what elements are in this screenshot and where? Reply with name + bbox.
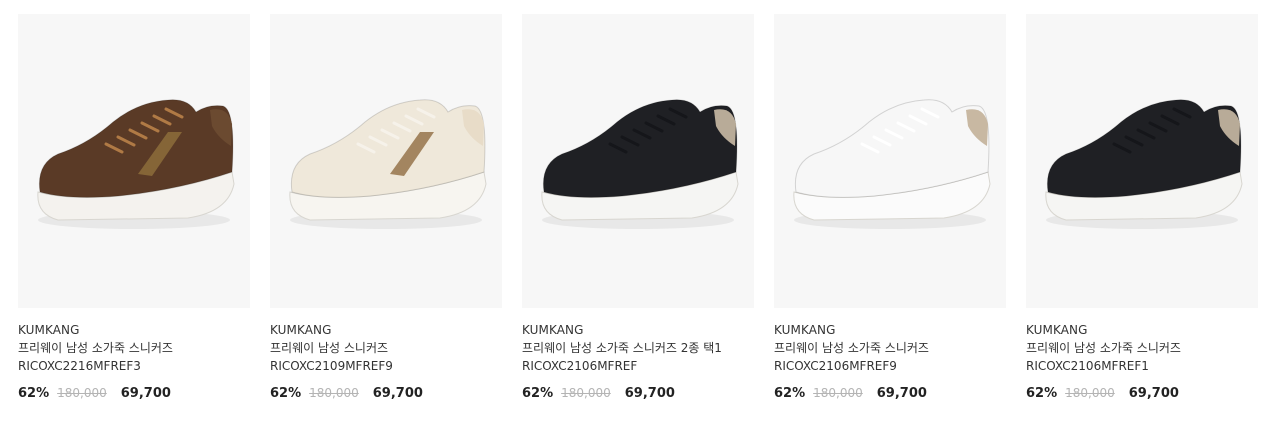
sneaker-image — [37, 99, 235, 229]
discount-rate: 62% — [270, 386, 302, 401]
original-price: 180,000 — [309, 386, 359, 400]
sneaker-image — [1045, 99, 1243, 229]
sale-price: 69,700 — [120, 386, 171, 401]
discount-rate: 62% — [18, 386, 50, 401]
original-price: 180,000 — [57, 386, 107, 400]
product-brand: KUMKANG — [774, 323, 836, 337]
product-price: 62% 180,000 69,700 — [270, 384, 502, 403]
sneaker-shape — [37, 99, 235, 229]
sneaker-image — [289, 99, 487, 229]
product-info: KUMKANG 프리웨이 남성 소가죽 스니커즈 2종 택1 RICOXC210… — [522, 308, 754, 403]
sneaker-shape — [1045, 99, 1243, 229]
product-card[interactable]: KUMKANG 프리웨이 남성 스니커즈 RICOXC2109MFREF9 62… — [270, 14, 502, 403]
product-brand: KUMKANG — [522, 323, 584, 337]
original-price: 180,000 — [561, 386, 611, 400]
sale-price: 69,700 — [1128, 386, 1179, 401]
product-info: KUMKANG 프리웨이 남성 소가죽 스니커즈 RICOXC2106MFREF… — [1026, 308, 1258, 403]
sneaker-shape — [289, 99, 487, 229]
product-name[interactable]: 프리웨이 남성 소가죽 스니커즈 RICOXC2106MFREF9 — [774, 339, 1006, 375]
sale-price: 69,700 — [876, 386, 927, 401]
product-price: 62% 180,000 69,700 — [18, 384, 250, 403]
sneaker-image — [793, 99, 991, 229]
product-price: 62% 180,000 69,700 — [1026, 384, 1258, 403]
product-image[interactable] — [1026, 14, 1258, 308]
product-brand: KUMKANG — [18, 323, 80, 337]
product-info: KUMKANG 프리웨이 남성 스니커즈 RICOXC2109MFREF9 62… — [270, 308, 502, 403]
product-name[interactable]: 프리웨이 남성 소가죽 스니커즈 RICOXC2106MFREF1 — [1026, 339, 1258, 375]
product-image[interactable] — [18, 14, 250, 308]
original-price: 180,000 — [813, 386, 863, 400]
product-name[interactable]: 프리웨이 남성 소가죽 스니커즈 2종 택1 RICOXC2106MFREF — [522, 339, 754, 375]
product-image[interactable] — [270, 14, 502, 308]
discount-rate: 62% — [774, 386, 806, 401]
product-brand: KUMKANG — [270, 323, 332, 337]
sale-price: 69,700 — [372, 386, 423, 401]
sale-price: 69,700 — [624, 386, 675, 401]
product-price: 62% 180,000 69,700 — [522, 384, 754, 403]
product-card[interactable]: KUMKANG 프리웨이 남성 소가죽 스니커즈 RICOXC2106MFREF… — [1026, 14, 1258, 403]
product-card[interactable]: KUMKANG 프리웨이 남성 소가죽 스니커즈 RICOXC2106MFREF… — [774, 14, 1006, 403]
product-info: KUMKANG 프리웨이 남성 소가죽 스니커즈 RICOXC2106MFREF… — [774, 308, 1006, 403]
discount-rate: 62% — [522, 386, 554, 401]
product-card[interactable]: KUMKANG 프리웨이 남성 소가죽 스니커즈 2종 택1 RICOXC210… — [522, 14, 754, 403]
product-price: 62% 180,000 69,700 — [774, 384, 1006, 403]
product-image[interactable] — [522, 14, 754, 308]
sneaker-shape — [541, 99, 739, 229]
product-card[interactable]: KUMKANG 프리웨이 남성 소가죽 스니커즈 RICOXC2216MFREF… — [18, 14, 250, 403]
product-image[interactable] — [774, 14, 1006, 308]
sneaker-image — [541, 99, 739, 229]
product-info: KUMKANG 프리웨이 남성 소가죽 스니커즈 RICOXC2216MFREF… — [18, 308, 250, 403]
product-grid: KUMKANG 프리웨이 남성 소가죽 스니커즈 RICOXC2216MFREF… — [18, 14, 1258, 403]
product-name[interactable]: 프리웨이 남성 스니커즈 RICOXC2109MFREF9 — [270, 339, 502, 375]
product-brand: KUMKANG — [1026, 323, 1088, 337]
product-name[interactable]: 프리웨이 남성 소가죽 스니커즈 RICOXC2216MFREF3 — [18, 339, 250, 375]
original-price: 180,000 — [1065, 386, 1115, 400]
sneaker-shape — [793, 99, 991, 229]
discount-rate: 62% — [1026, 386, 1058, 401]
